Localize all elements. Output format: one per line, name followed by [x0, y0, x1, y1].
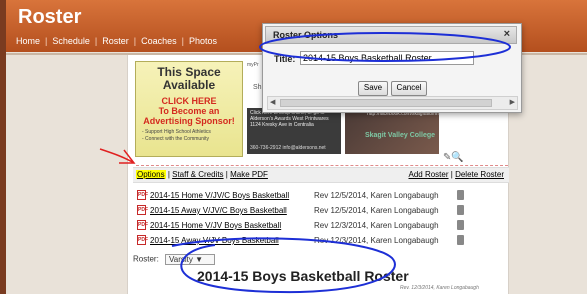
nav-separator: | [94, 36, 98, 46]
aldersons-ad[interactable]: Click here to shop online, or go to Alde… [247, 108, 341, 154]
title-field[interactable]: 2014-15 Boys Basketball Roster [300, 51, 474, 65]
dialog-titlebar[interactable]: Roster Options × [265, 26, 517, 44]
roster-options-dialog: Roster Options × Title: 2014-15 Boys Bas… [262, 23, 522, 113]
save-button[interactable]: Save [358, 81, 388, 96]
roster-row: PDF 2014-15 Away V/JV Boys Basketball Re… [137, 235, 467, 247]
roster-revision: Rev 12/3/2014, Karen Longabaugh [314, 236, 439, 245]
ad-line1: This Space [157, 65, 221, 79]
search-icon[interactable]: 🔍 [451, 152, 463, 163]
pdf-icon: PDF [137, 205, 148, 215]
roster-link[interactable]: 2014-15 Away V/JV/C Boys Basketball [150, 206, 287, 215]
staff-credits-link[interactable]: Staff & Credits [172, 170, 223, 179]
ad-line2: Available [162, 78, 216, 92]
trash-icon[interactable] [457, 190, 464, 200]
title-field-label: Title: [274, 54, 296, 64]
roster-revision: Rev 12/5/2014, Karen Longabaugh [314, 191, 439, 200]
ad-cta-label: CLICK HERE [161, 96, 217, 106]
trash-icon[interactable] [457, 220, 464, 230]
bar-separator: | [450, 170, 453, 179]
roster-selector: Roster: Varsity ▼ [133, 254, 216, 265]
scroll-left-icon[interactable]: ◀ [270, 98, 275, 106]
ad-cta: CLICK HERE To Become an Advertising Spons… [136, 96, 242, 126]
roster-footer-revision: Rev. 12/3/2014, Karen Longabaugh [400, 285, 479, 291]
options-link[interactable]: Options [136, 170, 166, 179]
pdf-icon: PDF [137, 220, 148, 230]
advertise-ad[interactable]: This Space Available CLICK HERE To Become … [135, 61, 243, 157]
pdf-icon: PDF [137, 190, 148, 200]
roster-select-value: Varsity [169, 255, 193, 264]
close-icon[interactable]: × [504, 28, 510, 40]
nav-separator: | [45, 36, 48, 46]
ad-headline: This Space Available [136, 66, 242, 92]
app-title: Roster [18, 6, 82, 28]
options-bar: Options | Staff & Credits | Make PDF Add… [133, 167, 509, 183]
nav-schedule[interactable]: Schedule [52, 36, 90, 46]
ad-cta-text: To Become an Advertising Sponsor! [143, 106, 235, 126]
dialog-title: Roster Options [273, 30, 339, 40]
ad-bullet1: - Support High School Athletics [142, 129, 211, 135]
roster-heading: 2014-15 Boys Basketball Roster [197, 268, 409, 284]
dialog-scrollbar[interactable]: ◀ ▶ [267, 96, 518, 110]
delete-roster-link[interactable]: Delete Roster [455, 170, 504, 179]
trash-icon[interactable] [457, 205, 464, 215]
trash-icon[interactable] [457, 235, 464, 245]
nav-roster[interactable]: Roster [102, 36, 129, 46]
scrollbar-thumb[interactable] [280, 99, 492, 107]
roster-link[interactable]: 2014-15 Home V/JV Boys Basketball [150, 221, 281, 230]
roster-row: PDF 2014-15 Away V/JV/C Boys Basketball … [137, 205, 467, 217]
bar-separator: | [225, 170, 228, 179]
pdf-icon: PDF [137, 235, 148, 245]
options-bar-left: Options | Staff & Credits | Make PDF [136, 170, 268, 179]
roster-row: PDF 2014-15 Home V/JV Boys Basketball Re… [137, 220, 467, 232]
scroll-right-icon[interactable]: ▶ [510, 98, 515, 106]
roster-select-label: Roster: [133, 254, 159, 264]
cancel-button[interactable]: Cancel [391, 81, 427, 96]
roster-select[interactable]: Varsity ▼ [165, 254, 216, 265]
edit-tools: ✎🔍 [443, 152, 464, 163]
roster-revision: Rev 12/3/2014, Karen Longabaugh [314, 221, 439, 230]
chevron-down-icon: ▼ [195, 255, 204, 264]
skagit-ad[interactable]: http://facebook.com/skagitalumni Skagit … [345, 108, 440, 154]
skagit-name: Skagit Valley College [364, 132, 435, 139]
ad-caption-short: Sh [253, 84, 262, 91]
ad-bullets: - Support High School Athletics - Connect… [136, 129, 242, 143]
roster-row: PDF 2014-15 Home V/JV/C Boys Basketball … [137, 190, 467, 202]
nav-home[interactable]: Home [16, 36, 40, 46]
aldersons-phone: 360-736-2912 info@aldersons.net [250, 145, 326, 151]
nav-separator: | [133, 36, 137, 46]
roster-link[interactable]: 2014-15 Home V/JV/C Boys Basketball [150, 191, 289, 200]
top-nav: Home | Schedule | Roster | Coaches | Photos [16, 36, 217, 46]
options-bar-right: Add Roster | Delete Roster [409, 170, 505, 179]
roster-revision: Rev 12/5/2014, Karen Longabaugh [314, 206, 439, 215]
nav-coaches[interactable]: Coaches [141, 36, 177, 46]
nav-photos[interactable]: Photos [189, 36, 217, 46]
ad-caption: myPr [247, 62, 259, 68]
roster-link[interactable]: 2014-15 Away V/JV Boys Basketball [150, 236, 279, 245]
section-divider [136, 165, 508, 166]
nav-separator: | [181, 36, 184, 46]
add-roster-link[interactable]: Add Roster [409, 170, 449, 179]
ad-bullet2: - Connect with the Community [142, 136, 209, 142]
bar-separator: | [167, 170, 170, 179]
make-pdf-link[interactable]: Make PDF [230, 170, 268, 179]
aldersons-line3: 1124 Kresky Ave in Centralia [250, 122, 314, 128]
